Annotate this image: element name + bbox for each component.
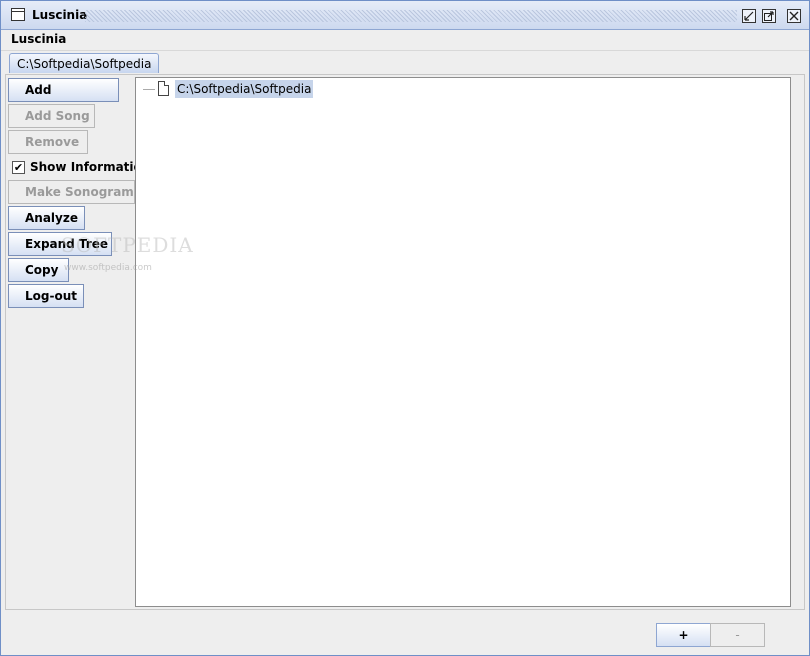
copy-button[interactable]: Copy	[8, 258, 69, 282]
tab-strip: C:\Softpedia\Softpedia	[5, 52, 805, 75]
add-song-button[interactable]: Add Song	[8, 104, 95, 128]
checkbox-checked-icon[interactable]: ✔	[12, 161, 25, 174]
tree-view[interactable]: C:\Softpedia\Softpedia	[135, 77, 791, 607]
menu-bar: Luscinia	[1, 30, 809, 51]
minimize-icon[interactable]	[742, 9, 756, 23]
title-bar-grip	[85, 10, 737, 22]
analyze-button[interactable]: Analyze	[8, 206, 85, 230]
watermark: SOFTPEDIA	[61, 233, 194, 257]
plus-button[interactable]: +	[656, 623, 711, 647]
window-icon	[11, 8, 25, 21]
minus-button[interactable]: -	[710, 623, 765, 647]
maximize-icon[interactable]	[762, 9, 776, 23]
remove-button[interactable]: Remove	[8, 130, 88, 154]
bottom-bar: + -	[5, 611, 805, 651]
logout-button[interactable]: Log-out	[8, 284, 84, 308]
tree-root-node[interactable]: C:\Softpedia\Softpedia	[175, 80, 314, 98]
add-individual-button[interactable]: Add Individual	[8, 78, 119, 119]
main-window: Luscinia Luscinia C:\Softpedia\Softpedia…	[0, 0, 810, 656]
tab-softpedia[interactable]: C:\Softpedia\Softpedia	[9, 53, 160, 73]
make-sonogram-button[interactable]: Make Sonogram	[8, 180, 135, 204]
watermark-url: www.softpedia.com	[64, 263, 152, 273]
close-icon[interactable]	[787, 9, 801, 23]
show-information-label: Show Information	[30, 160, 151, 174]
menu-luscinia[interactable]: Luscinia	[11, 32, 66, 46]
title-bar[interactable]: Luscinia	[1, 1, 809, 30]
file-icon	[158, 81, 169, 96]
window-title: Luscinia	[32, 8, 88, 22]
tree-connector	[143, 89, 155, 90]
